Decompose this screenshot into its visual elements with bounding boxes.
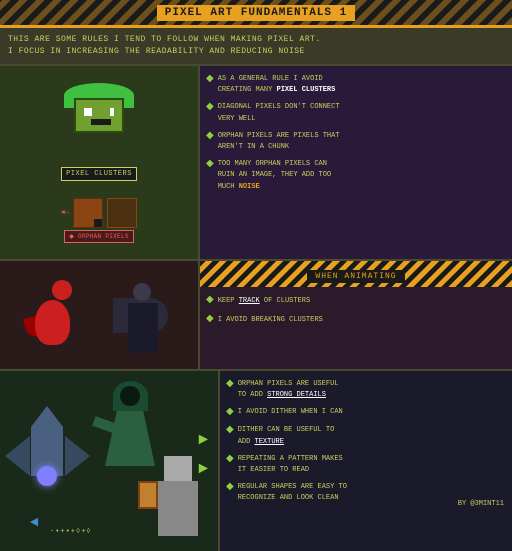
track-highlight: TRACK (239, 297, 260, 305)
section2: WHEN ANIMATING ◆ KEEP TRACK OF CLUSTERS … (0, 261, 512, 371)
section3-right: ◆ ORPHAN PIXELS ARE USEFULTO ADD STRONG … (220, 371, 512, 551)
bullet-1: ◆ AS A GENERAL RULE I AVOIDCREATING MANY… (206, 74, 506, 96)
bullet-text-3: ORPHAN PIXELS ARE PIXELS THATAREN'T IN A… (218, 131, 340, 153)
footer: BY @3MINT11 (458, 500, 504, 508)
anim-bullet-dot-2: ◆ (206, 314, 214, 326)
warrior-body (158, 481, 198, 536)
anim-bullet-text-1: KEEP TRACK OF CLUSTERS (218, 295, 310, 308)
bullet-text-4: TOO MANY ORPHAN PIXELS CANRUIN AN IMAGE,… (218, 159, 331, 193)
darkbird-sprite (113, 278, 173, 353)
ship-wing-left (5, 436, 30, 476)
anim-header-text: WHEN ANIMATING (307, 270, 404, 283)
anim-bullet-text-2: I AVOID BREAKING CLUSTERS (218, 314, 323, 327)
pixel-box-dark (107, 198, 137, 228)
section2-right: WHEN ANIMATING ◆ KEEP TRACK OF CLUSTERS … (200, 261, 512, 369)
cursor-dots: -•+•+◊+◊ (50, 528, 92, 536)
green-arrows: ► ► (198, 426, 208, 484)
orphan-label: ◆ ORPHAN PIXELS (64, 230, 134, 243)
highlight-clusters: PIXEL CLUSTERS (277, 86, 336, 94)
bullet-text-1: AS A GENERAL RULE I AVOIDCREATING MANY P… (218, 74, 336, 96)
robed-sprite (98, 376, 163, 466)
troll-eye-left (84, 108, 92, 116)
intro-content: THIS ARE SOME RULES I TEND TO FOLLOW WHE… (8, 35, 321, 56)
troll-mouth (91, 119, 111, 125)
anim-bullet-1: ◆ KEEP TRACK OF CLUSTERS (206, 295, 506, 308)
s3-bullet-dot-2: ◆ (226, 407, 234, 419)
bullet-dot-3: ◆ (206, 131, 214, 143)
darkbird-head (133, 283, 151, 301)
troll-eye-right (110, 108, 114, 116)
ship-sprite (5, 381, 90, 481)
darkbird-body (128, 303, 158, 353)
s3-bullet-1: ◆ ORPHAN PIXELS ARE USEFULTO ADD STRONG … (226, 379, 506, 401)
highlight-noise: NOISE (239, 183, 260, 191)
arrow-indicator: ◄— (61, 209, 69, 217)
s3-bullet-dot-4: ◆ (226, 454, 234, 466)
pixel-box-main (73, 198, 103, 228)
s3-bullet-4: ◆ REPEATING A PATTERN MAKESIT EASIER TO … (226, 454, 506, 476)
main-container: PIXEL ART FUNDAMENTALS 1 THIS ARE SOME R… (0, 0, 512, 512)
section1-right: ◆ AS A GENERAL RULE I AVOIDCREATING MANY… (200, 66, 512, 259)
bullet-4: ◆ TOO MANY ORPHAN PIXELS CANRUIN AN IMAG… (206, 159, 506, 193)
troll-sprite (64, 83, 134, 148)
s3-bullet-text-2: I AVOID DITHER WHEN I CAN (238, 407, 343, 418)
bullet-2: ◆ DIAGONAL PIXELS DON'T CONNECTVERY WELL (206, 102, 506, 124)
bullet-text-2: DIAGONAL PIXELS DON'T CONNECTVERY WELL (218, 102, 340, 124)
header-title: PIXEL ART FUNDAMENTALS 1 (157, 5, 355, 21)
blue-arrow: ◄ (30, 515, 38, 531)
section3-left: ► ► ◄ -•+•+◊+◊ (0, 371, 220, 551)
orphan-dot: ◆ (69, 233, 74, 240)
s3-bullet-dot-1: ◆ (226, 379, 234, 391)
anim-bullet-dot-1: ◆ (206, 295, 214, 307)
intro-text: THIS ARE SOME RULES I TEND TO FOLLOW WHE… (0, 28, 512, 66)
orphan-boxes: ◄— (61, 198, 137, 228)
s3-bullet-text-4: REPEATING A PATTERN MAKESIT EASIER TO RE… (238, 454, 343, 476)
arrow-1: ► (198, 426, 208, 455)
s3-bullet-text-1: ORPHAN PIXELS ARE USEFULTO ADD STRONG DE… (238, 379, 339, 401)
bullet-3: ◆ ORPHAN PIXELS ARE PIXELS THATAREN'T IN… (206, 131, 506, 153)
s3-bullet-3: ◆ DITHER CAN BE USEFUL TOADD TEXTURE (226, 425, 506, 447)
ship-glow (37, 466, 57, 486)
section1: PIXEL CLUSTERS ◄— ◆ ORPHAN PIXELS ◆ (0, 66, 512, 261)
anim-bullets: ◆ KEEP TRACK OF CLUSTERS ◆ I AVOID BREAK… (200, 287, 512, 340)
clusters-label: PIXEL CLUSTERS (61, 167, 137, 181)
bullet-dot-2: ◆ (206, 102, 214, 114)
strong-details-highlight: STRONG DETAILS (267, 391, 326, 399)
bird-sprite (25, 280, 80, 350)
bullet-dot-1: ◆ (206, 74, 214, 86)
arrow-2: ► (198, 455, 208, 484)
section2-left (0, 261, 200, 369)
troll-face (74, 98, 124, 133)
bird-body (35, 300, 70, 345)
warrior-shield (138, 481, 158, 509)
anim-bullet-2: ◆ I AVOID BREAKING CLUSTERS (206, 314, 506, 327)
s3-bullet-dot-3: ◆ (226, 425, 234, 437)
footer-credit: BY @3MINT11 (458, 500, 504, 508)
s3-bullet-text-3: DITHER CAN BE USEFUL TOADD TEXTURE (238, 425, 335, 447)
orphan-text: ORPHAN PIXELS (78, 233, 129, 240)
s3-bullet-dot-5: ◆ (226, 482, 234, 494)
orphan-area: ◄— ◆ ORPHAN PIXELS (61, 198, 137, 243)
orphan-pixel (94, 219, 102, 227)
section3: ► ► ◄ -•+•+◊+◊ ◆ ORPHAN PIXELS ARE USEFU… (0, 371, 512, 551)
header: PIXEL ART FUNDAMENTALS 1 (0, 0, 512, 28)
anim-header: WHEN ANIMATING (200, 261, 512, 287)
bird-head (52, 280, 72, 300)
section1-left: PIXEL CLUSTERS ◄— ◆ ORPHAN PIXELS (0, 66, 200, 259)
bullet-dot-4: ◆ (206, 159, 214, 171)
s3-bullet-text-5: REGULAR SHAPES ARE EASY TORECOGNIZE AND … (238, 482, 347, 504)
ship-wing-right (65, 436, 90, 476)
s3-bullet-2: ◆ I AVOID DITHER WHEN I CAN (226, 407, 506, 419)
texture-highlight: TEXTURE (255, 438, 284, 446)
robe-shadow (120, 386, 140, 406)
warrior-head (164, 456, 192, 481)
